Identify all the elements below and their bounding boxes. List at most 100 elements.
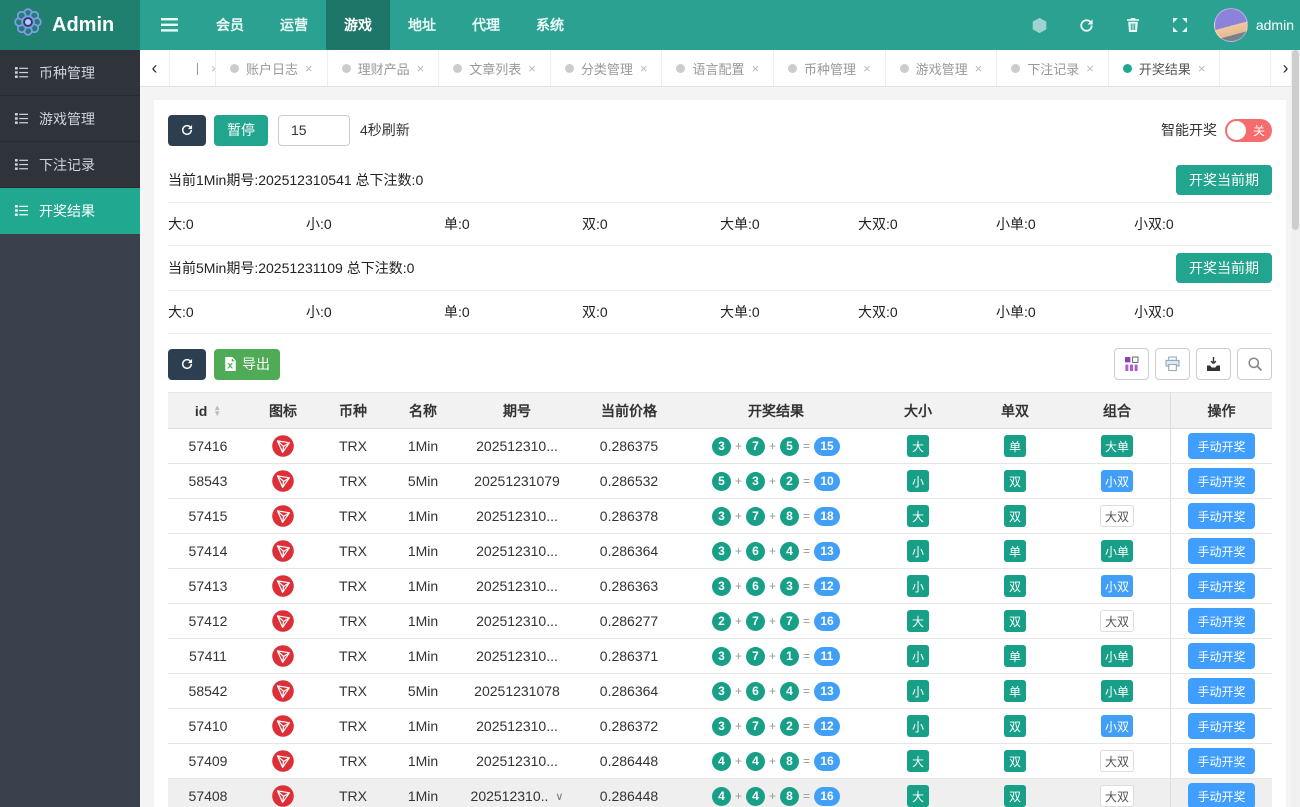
tab[interactable]: 语言配置 × [662, 50, 774, 86]
search-button[interactable] [1237, 348, 1272, 380]
cell-size: 大 [870, 610, 966, 632]
theme-icon[interactable] [1016, 0, 1063, 50]
cell-price: 0.286371 [576, 648, 682, 664]
tab-close-icon[interactable]: × [417, 61, 425, 76]
columns-toggle-button[interactable] [1114, 348, 1149, 380]
tab[interactable]: 分类管理× [551, 50, 663, 86]
column-header[interactable]: id▲▼ [168, 403, 248, 419]
manual-draw-button[interactable]: 手动开奖 [1188, 748, 1254, 774]
tab-close-icon[interactable]: × [1198, 61, 1206, 76]
manual-draw-button[interactable]: 手动开奖 [1188, 538, 1254, 564]
export-data-button[interactable] [1196, 348, 1231, 380]
tab[interactable]: 丨× [170, 50, 216, 86]
vertical-scrollbar[interactable] [1291, 50, 1300, 807]
nav-item[interactable]: 系统 [518, 0, 582, 50]
sidebar: 币种管理游戏管理下注记录开奖结果 [0, 50, 140, 807]
nav-item[interactable]: 代理 [454, 0, 518, 50]
manual-draw-button[interactable]: 手动开奖 [1188, 468, 1254, 494]
tab-close-icon[interactable]: × [640, 61, 648, 76]
tab[interactable]: 文章列表× [439, 50, 551, 86]
tab-close-icon[interactable]: × [528, 61, 536, 76]
tab-close-icon[interactable]: × [751, 61, 759, 76]
column-header: 当前价格 [576, 401, 682, 421]
tab[interactable]: 理财产品× [328, 50, 440, 86]
stat-value: 小双:0 [1134, 302, 1272, 322]
tab-close-icon[interactable]: × [863, 61, 871, 76]
size-badge: 大 [907, 505, 929, 527]
manual-draw-button[interactable]: 手动开奖 [1188, 643, 1254, 669]
manual-draw-button[interactable]: 手动开奖 [1188, 433, 1254, 459]
tab-label: 语言配置 [692, 59, 744, 78]
manual-draw-button[interactable]: 手动开奖 [1188, 573, 1254, 599]
smart-draw-toggle[interactable]: 关 [1225, 119, 1272, 142]
refresh-icon[interactable] [1063, 0, 1110, 50]
tab-close-icon[interactable]: × [975, 61, 983, 76]
detail-caret-icon[interactable]: ∨ [555, 790, 563, 803]
sidebar-item[interactable]: 游戏管理 [0, 96, 140, 142]
nav-item[interactable]: 会员 [198, 0, 262, 50]
cell-price: 0.286532 [576, 473, 682, 489]
cell-coin: TRX [318, 438, 388, 454]
cell-draw-result: 3+7+5=15 [682, 437, 870, 456]
sidebar-item[interactable]: 下注记录 [0, 142, 140, 188]
cell-parity: 双 [966, 715, 1064, 737]
sidebar-item[interactable]: 开奖结果 [0, 188, 140, 234]
cell-period: 202512310... [458, 438, 576, 454]
draw-current-period-button[interactable]: 开奖当前期 [1176, 165, 1272, 195]
table-row: 58543TRX5Min202512310790.2865325+3+2=10小… [168, 464, 1272, 499]
manual-draw-button[interactable]: 手动开奖 [1188, 713, 1254, 739]
nav-item[interactable]: 游戏 [326, 0, 390, 50]
cell-period: 202512310... [458, 543, 576, 559]
trx-icon [248, 749, 318, 773]
tab[interactable]: 账户日志× [216, 50, 328, 86]
manual-draw-button[interactable]: 手动开奖 [1188, 608, 1254, 634]
manual-draw-button[interactable]: 手动开奖 [1188, 678, 1254, 704]
tabs-scroll-left[interactable]: ‹ [140, 50, 170, 86]
parity-badge: 双 [1004, 610, 1026, 632]
draw-current-period-button[interactable]: 开奖当前期 [1176, 253, 1272, 283]
print-button[interactable] [1155, 348, 1190, 380]
nav-menu: 会员运营游戏地址代理系统 [198, 0, 582, 50]
sort-icon[interactable]: ▲▼ [213, 405, 221, 417]
cell-combo: 小单 [1064, 680, 1170, 702]
result-ball: 4 [780, 682, 799, 701]
cell-period: 202512310... [458, 508, 576, 524]
sidebar-item[interactable]: 币种管理 [0, 50, 140, 96]
list-icon [14, 111, 29, 126]
combo-badge: 大双 [1100, 610, 1134, 632]
interval-input[interactable] [278, 115, 350, 146]
brand[interactable]: Admin [0, 0, 140, 50]
tab-close-icon[interactable]: × [1086, 61, 1094, 76]
trash-icon[interactable] [1110, 0, 1157, 50]
table-refresh-button[interactable] [168, 349, 206, 380]
tab[interactable]: 游戏管理× [886, 50, 998, 86]
user-menu[interactable]: admin [1204, 8, 1300, 42]
nav-item[interactable]: 地址 [390, 0, 454, 50]
result-ball: 2 [780, 717, 799, 736]
cell-name: 1Min [388, 718, 458, 734]
hamburger-icon[interactable] [140, 0, 198, 50]
period-stats-row: 大:0小:0单:0双:0大单:0大双:0小单:0小双:0 [168, 203, 1272, 246]
manual-draw-button[interactable]: 手动开奖 [1188, 783, 1254, 807]
parity-badge: 双 [1004, 505, 1026, 527]
combo-badge: 大单 [1101, 435, 1133, 457]
cell-action: 手动开奖 [1170, 674, 1272, 708]
sidebar-item-label: 下注记录 [39, 155, 95, 175]
export-button[interactable]: 导出 [214, 349, 280, 380]
period-info-row: 当前5Min期号:20251231109 总下注数:0开奖当前期 [168, 246, 1272, 291]
size-badge: 小 [907, 680, 929, 702]
pause-button[interactable]: 暂停 [214, 115, 268, 146]
export-label: 导出 [242, 354, 270, 374]
tab[interactable]: 下注记录× [997, 50, 1109, 86]
tab[interactable]: 开奖结果× [1109, 50, 1221, 86]
tab[interactable]: 币种管理× [774, 50, 886, 86]
size-badge: 大 [907, 785, 929, 807]
table-row: 57416TRX1Min202512310...0.2863753+7+5=15… [168, 429, 1272, 464]
tab-close-icon[interactable]: × [305, 61, 313, 76]
nav-item[interactable]: 运营 [262, 0, 326, 50]
trx-icon [248, 469, 318, 493]
fullscreen-icon[interactable] [1157, 0, 1204, 50]
refresh-button[interactable] [168, 115, 206, 146]
manual-draw-button[interactable]: 手动开奖 [1188, 503, 1254, 529]
cell-action: 手动开奖 [1170, 779, 1272, 807]
